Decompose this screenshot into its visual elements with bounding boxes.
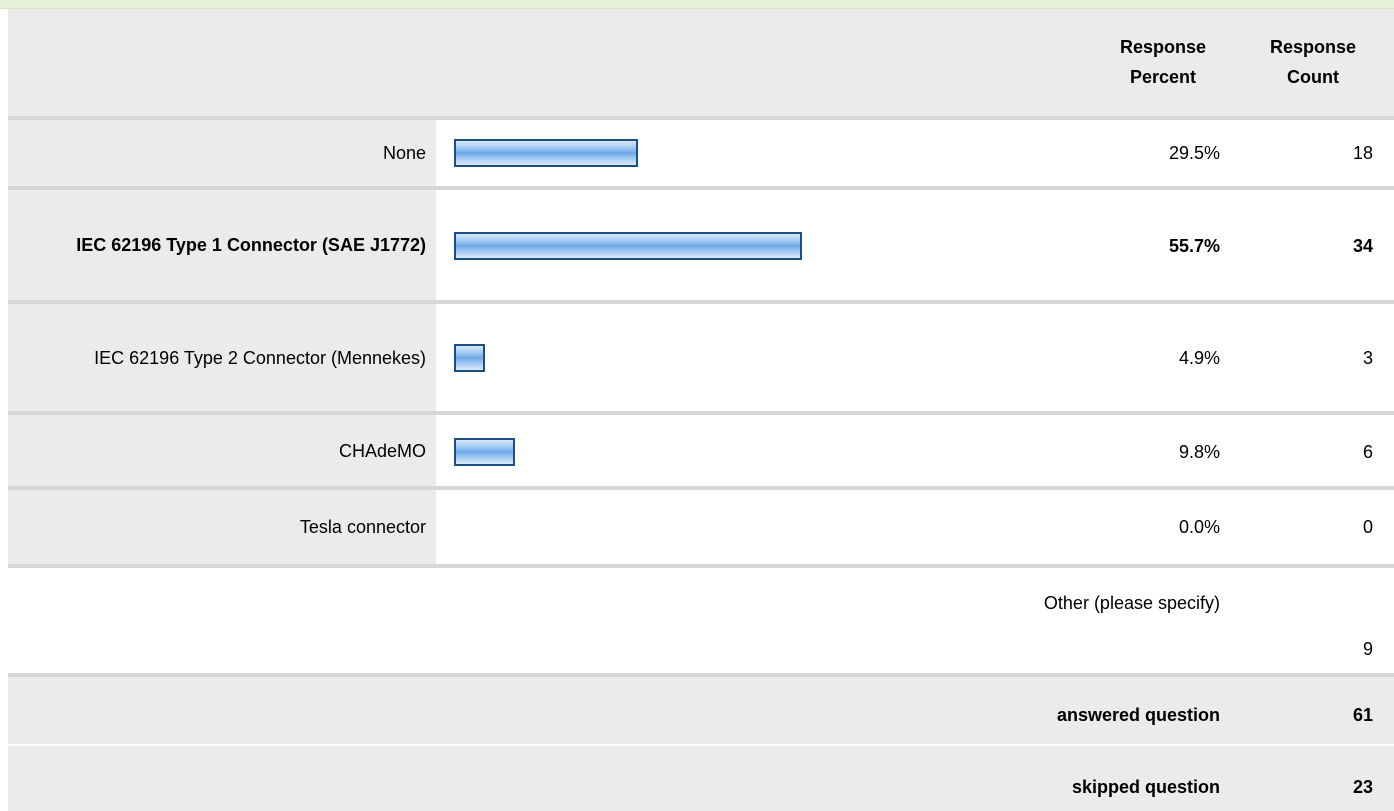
bar-cell: [436, 304, 1394, 411]
bar-cell: [436, 490, 1394, 564]
row-count: 6: [1362, 442, 1373, 462]
table-header: Response Percent Response Count: [8, 9, 1394, 116]
response-count-header: Response Count: [1269, 37, 1357, 87]
answered-count: 61: [1352, 705, 1373, 725]
table-row: None 29.5% 18: [8, 120, 1394, 186]
bar-cell: [436, 415, 1394, 486]
table-row: Tesla connector 0.0% 0: [8, 490, 1394, 564]
skipped-row: skipped question 23: [8, 746, 1394, 811]
row-label: Tesla connector: [299, 517, 426, 537]
row-count: 34: [1352, 236, 1373, 256]
row-label: IEC 62196 Type 1 Connector (SAE J1772): [76, 235, 426, 255]
row-percent: 9.8%: [1178, 442, 1220, 462]
row-label: IEC 62196 Type 2 Connector (Mennekes): [94, 347, 426, 368]
bar: [454, 438, 515, 466]
table-row: IEC 62196 Type 2 Connector (Mennekes) 4.…: [8, 304, 1394, 411]
row-label: CHAdeMO: [338, 440, 426, 461]
bar: [454, 344, 485, 372]
row-percent: 4.9%: [1178, 348, 1220, 368]
row-percent: 0.0%: [1178, 517, 1220, 537]
response-percent-header: Response Percent: [1119, 37, 1207, 87]
row-count: 18: [1352, 143, 1373, 163]
answered-row: answered question 61: [8, 677, 1394, 744]
other-row: Other (please specify) 9: [8, 568, 1394, 673]
answered-label: answered question: [1056, 705, 1220, 725]
other-label: Other (please specify): [1043, 593, 1220, 613]
row-count: 3: [1362, 348, 1373, 368]
row-percent: 29.5%: [1168, 143, 1220, 163]
table-row: IEC 62196 Type 1 Connector (SAE J1772) 5…: [8, 190, 1394, 300]
bar-cell: [436, 190, 1394, 300]
top-border: [0, 0, 1394, 9]
row-percent: 55.7%: [1168, 236, 1220, 256]
skipped-label: skipped question: [1071, 777, 1220, 797]
table-row: CHAdeMO 9.8% 6: [8, 415, 1394, 486]
row-count: 0: [1362, 517, 1373, 537]
bar: [454, 232, 802, 260]
row-label: None: [382, 143, 426, 163]
bar-cell: [436, 120, 1394, 186]
bar: [454, 139, 638, 167]
other-count: 9: [1362, 639, 1373, 659]
skipped-count: 23: [1352, 777, 1373, 797]
